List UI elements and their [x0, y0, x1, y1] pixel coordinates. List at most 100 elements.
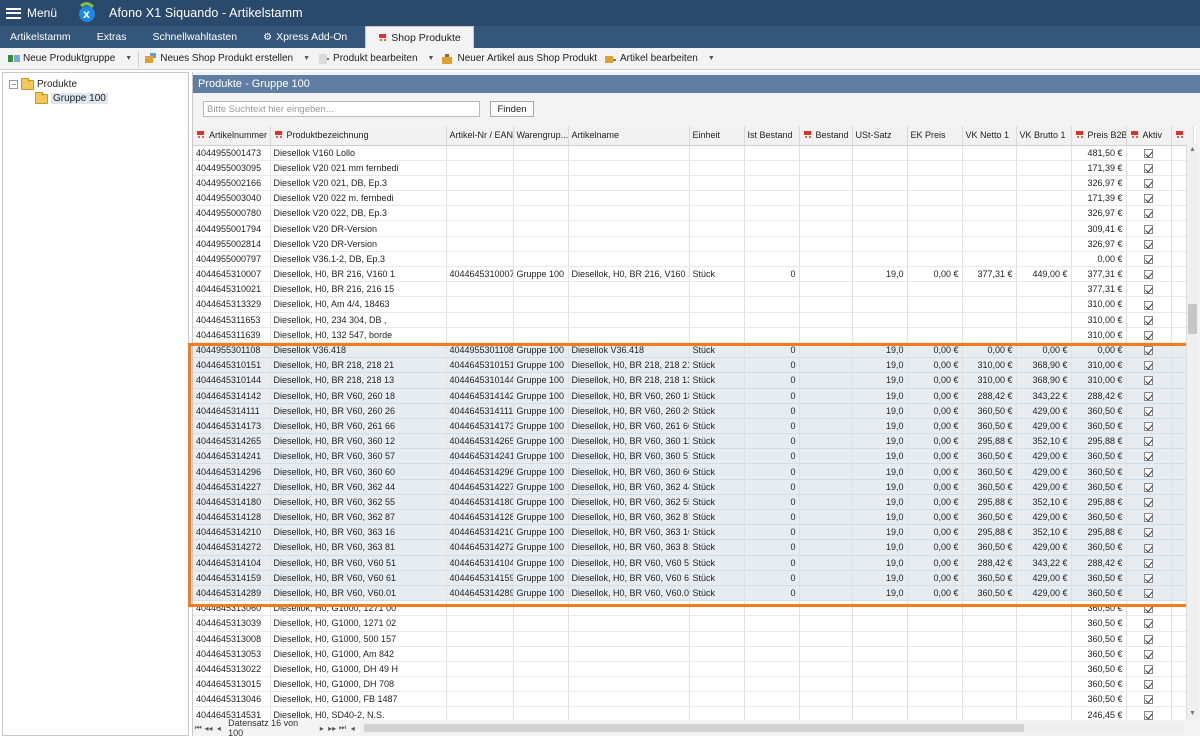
table-cell[interactable]: 4044645314104 — [193, 555, 271, 571]
table-cell[interactable]: 0,00 € — [907, 479, 963, 495]
table-cell[interactable]: 4044645310144 — [446, 372, 514, 389]
table-cell[interactable] — [744, 691, 800, 708]
first-record-icon[interactable]: ⏮ — [193, 723, 203, 733]
table-row[interactable]: 4044645314111 Diesellok, H0, BR V60, 260 … — [193, 403, 1194, 419]
table-cell[interactable] — [568, 646, 690, 662]
table-cell[interactable]: 0,00 € — [907, 418, 963, 435]
collapse-icon[interactable]: − — [9, 80, 18, 89]
table-cell[interactable] — [513, 691, 569, 708]
table-cell[interactable]: 0 — [744, 585, 800, 602]
table-cell[interactable]: 310,00 € — [1071, 357, 1127, 374]
aktiv-checkbox[interactable] — [1144, 604, 1153, 614]
table-cell[interactable]: Gruppe 100 — [513, 342, 569, 359]
table-cell[interactable] — [1016, 190, 1072, 207]
table-cell[interactable] — [907, 327, 963, 343]
table-cell[interactable] — [446, 296, 514, 313]
table-cell[interactable]: Stück — [689, 463, 745, 480]
table-cell[interactable]: 4044645310151 — [446, 357, 514, 374]
next-page-icon[interactable]: ▸▸ — [327, 724, 337, 733]
table-row[interactable]: 4044955000780 Diesellok V20 022, DB, Ep.3… — [193, 205, 1194, 222]
find-button[interactable]: Finden — [490, 101, 534, 117]
table-cell[interactable] — [568, 251, 690, 268]
table-cell[interactable] — [568, 600, 690, 617]
table-cell[interactable]: Diesellok, H0, BR V60, 362 44 — [568, 479, 690, 495]
column-header-vk-brutto-1[interactable]: VK Brutto 1 — [1016, 126, 1072, 146]
aktiv-checkbox[interactable] — [1144, 391, 1153, 401]
table-cell[interactable] — [446, 220, 514, 237]
table-cell[interactable]: 0,00 € — [907, 555, 963, 571]
table-cell[interactable] — [744, 600, 800, 617]
tab-xpress-add-on[interactable]: ⚙ Xpress Add-On — [249, 26, 359, 48]
table-cell[interactable]: Diesellok, H0, G1000, 1271 02 — [270, 615, 447, 632]
table-cell[interactable]: 0 — [744, 509, 800, 526]
table-cell[interactable] — [799, 479, 853, 495]
table-cell[interactable] — [568, 281, 690, 298]
table-cell[interactable]: 288,42 € — [1071, 555, 1127, 571]
table-cell[interactable] — [1016, 175, 1072, 192]
table-row[interactable]: 4044955002814 Diesellok V20 DR-Version 326… — [193, 236, 1194, 252]
table-cell[interactable]: 429,00 € — [1016, 570, 1072, 586]
aktiv-checkbox[interactable] — [1144, 437, 1153, 447]
table-cell[interactable] — [1016, 691, 1072, 708]
table-cell[interactable] — [689, 646, 745, 662]
table-cell[interactable] — [446, 691, 514, 708]
table-cell[interactable]: 4044645314104 — [446, 555, 514, 571]
table-cell[interactable]: Stück — [689, 403, 745, 419]
aktiv-checkbox[interactable] — [1144, 300, 1153, 310]
table-cell[interactable]: 310,00 € — [1071, 372, 1127, 389]
aktiv-checkbox[interactable] — [1144, 497, 1153, 507]
table-cell[interactable]: 171,39 € — [1071, 160, 1127, 176]
table-cell[interactable]: 19,0 — [852, 418, 908, 435]
table-row[interactable]: 4044645314210 Diesellok, H0, BR V60, 363 … — [193, 524, 1194, 541]
table-cell[interactable] — [446, 615, 514, 632]
table-cell[interactable]: 326,97 € — [1071, 236, 1127, 252]
scrollbar-thumb[interactable] — [1188, 304, 1197, 334]
table-cell[interactable] — [852, 615, 908, 632]
table-cell[interactable]: 0,00 € — [907, 372, 963, 389]
table-cell[interactable]: 19,0 — [852, 494, 908, 511]
search-input[interactable] — [203, 101, 480, 117]
table-cell[interactable]: Stück — [689, 448, 745, 465]
table-cell[interactable] — [799, 570, 853, 586]
table-cell[interactable] — [852, 145, 908, 161]
table-row[interactable]: 4044645314296 Diesellok, H0, BR V60, 360 … — [193, 463, 1194, 480]
table-cell[interactable] — [799, 448, 853, 465]
table-cell[interactable]: 288,42 € — [962, 388, 1017, 404]
table-cell[interactable]: 4044645314296 — [193, 463, 271, 480]
table-cell[interactable]: 4044645314111 — [193, 403, 271, 419]
table-cell[interactable]: 295,88 € — [962, 524, 1017, 541]
table-cell[interactable] — [799, 463, 853, 480]
table-row[interactable]: 4044645313053 Diesellok, H0, G1000, Am 84… — [193, 646, 1194, 662]
table-cell[interactable]: 0 — [744, 266, 800, 283]
table-cell[interactable] — [689, 327, 745, 343]
table-cell[interactable]: 19,0 — [852, 585, 908, 602]
table-cell[interactable] — [568, 220, 690, 237]
table-cell[interactable] — [799, 615, 853, 632]
table-cell[interactable]: Diesellok, H0, BR 218, 218 21 — [568, 357, 690, 374]
table-cell[interactable]: 0 — [744, 388, 800, 404]
table-row[interactable]: 4044645314142 Diesellok, H0, BR V60, 260 … — [193, 388, 1194, 404]
table-cell[interactable]: 429,00 € — [1016, 463, 1072, 480]
table-cell[interactable]: 4044645313022 — [193, 661, 271, 678]
table-cell[interactable] — [1016, 296, 1072, 313]
horizontal-scrollbar[interactable] — [360, 722, 1186, 734]
table-cell[interactable]: Diesellok, H0, BR V60, 362 87 — [568, 509, 690, 526]
table-cell[interactable]: 377,31 € — [1071, 266, 1127, 283]
table-cell[interactable]: 429,00 € — [1016, 448, 1072, 465]
table-cell[interactable] — [799, 494, 853, 511]
table-cell[interactable]: 4044645313329 — [193, 296, 271, 313]
table-cell[interactable]: Diesellok V36.418 — [270, 342, 447, 359]
table-cell[interactable] — [744, 615, 800, 632]
table-cell[interactable]: Diesellok, H0, BR V60, V60.01 — [568, 585, 690, 602]
table-cell[interactable]: 295,88 € — [1071, 433, 1127, 450]
table-cell[interactable]: 295,88 € — [962, 433, 1017, 450]
table-row[interactable]: 4044645314289 Diesellok, H0, BR V60, V60.… — [193, 585, 1194, 602]
aktiv-checkbox[interactable] — [1144, 710, 1153, 720]
table-cell[interactable]: Diesellok, H0, G1000, 1271 00 — [270, 600, 447, 617]
prev-page-icon[interactable]: ◂◂ — [203, 724, 213, 733]
table-cell[interactable]: 288,42 € — [1071, 388, 1127, 404]
table-cell[interactable] — [799, 646, 853, 662]
table-cell[interactable] — [799, 600, 853, 617]
table-cell[interactable]: 0,00 € — [907, 403, 963, 419]
table-cell[interactable]: 360,50 € — [1071, 676, 1127, 693]
